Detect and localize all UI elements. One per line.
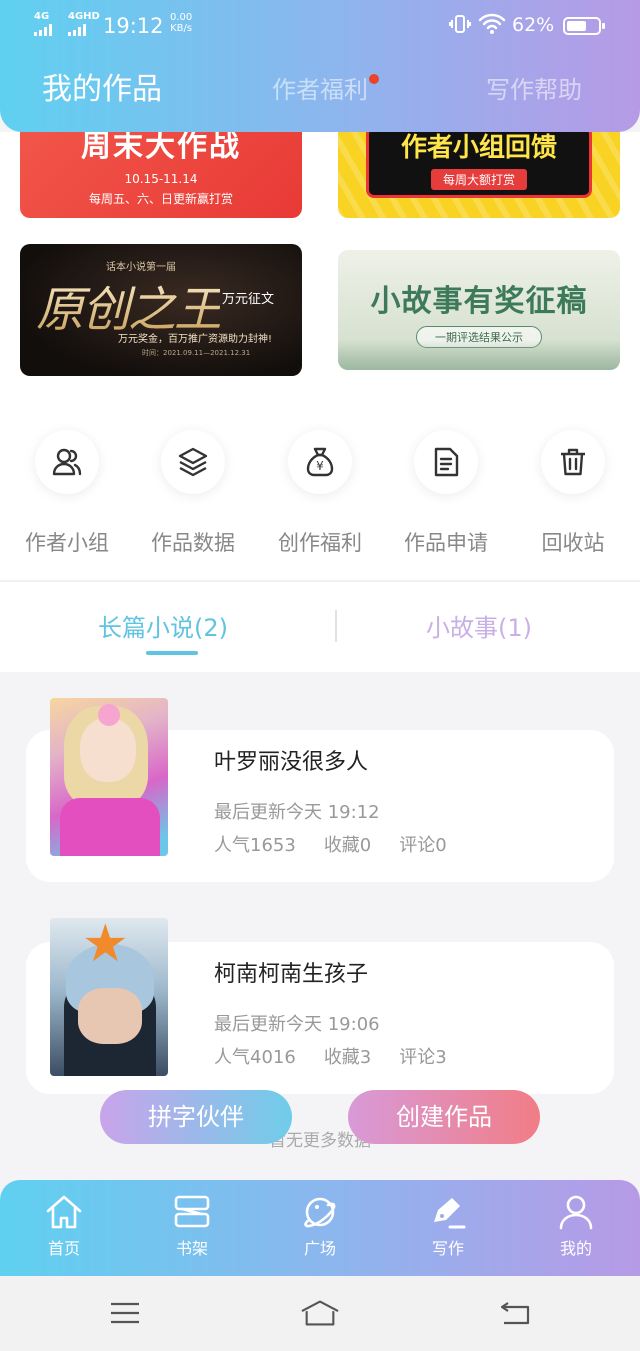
back-icon[interactable]: [495, 1298, 535, 1328]
menu-icon[interactable]: [105, 1298, 145, 1328]
signal-icon-2: [68, 24, 86, 36]
svg-text:¥: ¥: [316, 459, 324, 473]
nav-write[interactable]: 写作: [398, 1194, 498, 1260]
shortcut-creation-benefits[interactable]: ¥ 创作福利: [264, 430, 376, 558]
shortcut-label: 作者小组: [25, 531, 109, 555]
work-updated-time: 最后更新今天 19:06: [214, 1014, 380, 1035]
work-favorites: 收藏0: [323, 835, 372, 856]
network-speed: 0.00 KB/s: [170, 12, 192, 34]
tab-divider: [335, 610, 337, 642]
nav-label: 首页: [47, 1239, 80, 1258]
layers-icon: [161, 430, 225, 494]
battery-percent: 62%: [512, 14, 555, 36]
landscape-decoration: [338, 340, 620, 370]
banner-date: 10.15-11.14: [124, 172, 198, 186]
network-label-2: 4GHD: [68, 11, 100, 22]
work-stats: 人气1653 收藏0 评论0: [214, 833, 475, 859]
shortcut-work-application[interactable]: 作品申请: [390, 430, 502, 558]
wifi-icon: [478, 12, 506, 41]
pen-icon: [434, 1198, 466, 1229]
document-icon: [414, 430, 478, 494]
network-label: 4G: [34, 11, 50, 22]
clock: 19:12: [103, 14, 164, 38]
trash-icon: [541, 430, 605, 494]
work-stats: 人气4016 收藏3 评论3: [214, 1045, 475, 1071]
app-header: 4G 4GHD 19:12 0.00 KB/s 62% 我的作品 作者福利 写作…: [0, 0, 640, 132]
work-updated-time: 最后更新今天 19:12: [214, 802, 380, 823]
active-tab-indicator: [146, 651, 198, 655]
create-work-button[interactable]: 创建作品: [348, 1090, 540, 1144]
planet-icon: [304, 1197, 336, 1228]
work-title[interactable]: 柯南柯南生孩子: [214, 960, 368, 990]
tab-writing-help[interactable]: 写作帮助: [486, 68, 582, 112]
nav-label: 写作: [431, 1239, 464, 1258]
shortcut-recycle-bin[interactable]: 回收站: [517, 430, 629, 558]
tab-short-stories[interactable]: 小故事(1): [426, 608, 532, 648]
shortcut-author-group[interactable]: 作者小组: [11, 430, 123, 558]
nav-mine[interactable]: 我的: [526, 1194, 626, 1260]
tab-my-works[interactable]: 我的作品: [42, 68, 162, 112]
speed-value: 0.00: [170, 12, 193, 23]
nav-bookshelf[interactable]: 书架: [142, 1194, 242, 1260]
work-comments: 评论3: [399, 1047, 447, 1068]
tab-long-novels[interactable]: 长篇小说(2): [98, 608, 228, 648]
notification-dot: [369, 74, 379, 84]
work-comments: 评论0: [399, 835, 447, 856]
nav-label: 我的: [559, 1239, 592, 1258]
tab-author-benefits[interactable]: 作者福利: [272, 68, 368, 112]
partner-button[interactable]: 拼字伙伴: [100, 1090, 292, 1144]
banner-date: 时间：2021.09.11—2021.12.31: [142, 349, 251, 357]
bottom-navigation: 首页 书架 广场 写作 我的: [0, 1180, 640, 1276]
nav-home[interactable]: 首页: [14, 1194, 114, 1260]
vibrate-icon: [448, 14, 472, 41]
money-bag-icon: ¥: [288, 430, 352, 494]
nav-label: 书架: [175, 1239, 208, 1258]
users-icon: [35, 430, 99, 494]
banner-tag: 万元征文: [222, 292, 275, 307]
speed-unit: KB/s: [170, 23, 193, 34]
signal-icon: [34, 24, 52, 36]
no-more-data-text: 暂无更多数据: [269, 1131, 371, 1151]
shortcut-label: 创作福利: [278, 531, 362, 555]
status-bar: 4G 4GHD 19:12 0.00 KB/s 62%: [0, 8, 640, 44]
divider: [0, 580, 640, 582]
banner-title: 周末大作战: [81, 129, 241, 164]
nav-square[interactable]: 广场: [270, 1194, 370, 1260]
shortcut-label: 作品申请: [404, 531, 488, 555]
book-cover[interactable]: [50, 698, 168, 856]
battery-icon: [563, 17, 605, 35]
book-cover[interactable]: ★: [50, 918, 168, 1076]
home-icon: [46, 1195, 82, 1229]
shortcut-work-data[interactable]: 作品数据: [137, 430, 249, 558]
work-popularity: 人气1653: [214, 835, 296, 856]
banner-title: 作者小组回馈: [400, 133, 557, 163]
shortcut-label: 回收站: [541, 531, 605, 555]
banner-subtitle: 每周大额打赏: [430, 169, 527, 190]
banner-original-king[interactable]: 话本小说第一届 原创之王 万元征文 万元奖金，百万推广资源助力封神! 时间：20…: [20, 244, 302, 376]
shortcut-label: 作品数据: [151, 531, 235, 555]
work-popularity: 人气4016: [214, 1047, 296, 1068]
home-system-icon[interactable]: [300, 1298, 340, 1328]
user-icon: [559, 1195, 593, 1230]
work-title[interactable]: 叶罗丽没很多人: [214, 748, 368, 778]
banner-short-story-contest[interactable]: 小故事有奖征稿 一期评选结果公示: [338, 250, 620, 370]
bookshelf-icon: [174, 1195, 210, 1228]
nav-label: 广场: [303, 1239, 336, 1258]
banner-subtitle: 每周五、六、日更新赢打赏: [88, 192, 233, 206]
work-favorites: 收藏3: [323, 1047, 372, 1068]
system-navigation-bar: [0, 1276, 640, 1351]
banner-title: 小故事有奖征稿: [370, 284, 588, 319]
banner-subtitle: 万元奖金，百万推广资源助力封神!: [118, 334, 273, 345]
